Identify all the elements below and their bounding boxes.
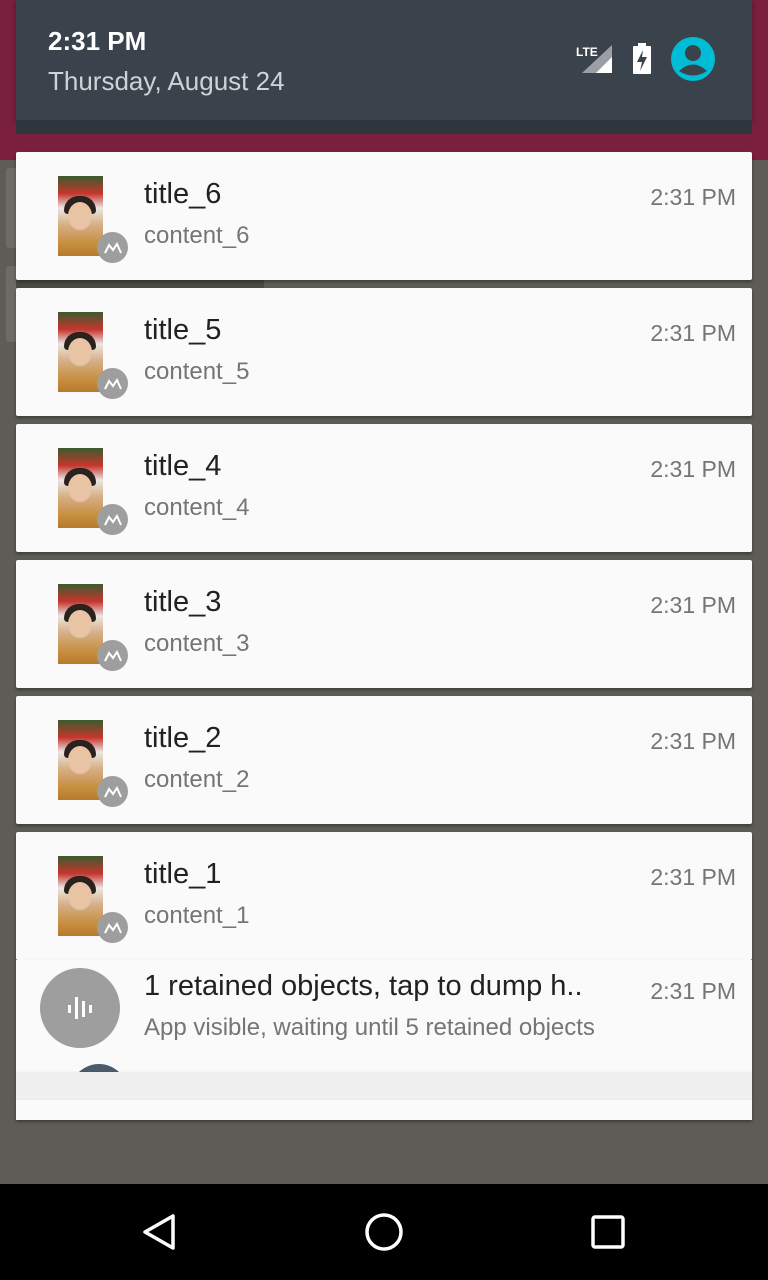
notification-card[interactable]: title_2 content_2 2:31 PM <box>16 696 752 824</box>
status-icons: LTE <box>576 36 716 82</box>
notification-title: title_3 <box>144 586 222 618</box>
notification-title: title_5 <box>144 314 222 346</box>
notification-time: 2:31 PM <box>650 320 736 346</box>
notification-card[interactable]: title_5 content_5 2:31 PM <box>16 288 752 416</box>
app-small-icon <box>97 776 128 807</box>
stacked-notification-icon <box>70 1064 128 1072</box>
leak-notification-title: 1 retained objects, tap to dump h.. <box>144 970 583 1002</box>
recents-icon[interactable] <box>584 1208 632 1256</box>
app-small-icon <box>97 504 128 535</box>
shade-header-edge <box>16 120 752 134</box>
notification-time: 2:31 PM <box>650 864 736 890</box>
quick-settings-header[interactable]: 2:31 PM Thursday, August 24 LTE <box>16 0 752 120</box>
app-small-icon <box>97 640 128 671</box>
status-clock: 2:31 PM <box>48 26 147 56</box>
notification-card[interactable]: title_6 content_6 2:31 PM <box>16 152 752 280</box>
notification-content: content_3 <box>144 630 250 657</box>
app-small-icon <box>97 912 128 943</box>
notification-content: content_2 <box>144 766 250 793</box>
stacked-notification[interactable] <box>16 1072 752 1100</box>
notification-card[interactable]: title_1 content_1 2:31 PM <box>16 832 752 960</box>
notification-content: content_1 <box>144 902 250 929</box>
leak-notification-time: 2:31 PM <box>650 978 736 1004</box>
signal-icon: LTE <box>576 43 614 75</box>
background-bar <box>16 280 264 288</box>
notification-card[interactable]: title_4 content_4 2:31 PM <box>16 424 752 552</box>
stacked-notification[interactable] <box>16 1100 752 1120</box>
leak-notification-content: App visible, waiting until 5 retained ob… <box>144 1014 595 1041</box>
notification-title: title_1 <box>144 858 222 890</box>
battery-charging-icon <box>632 43 652 75</box>
notification-title: title_4 <box>144 450 222 482</box>
notification-time: 2:31 PM <box>650 728 736 754</box>
notification-time: 2:31 PM <box>650 592 736 618</box>
notification-content: content_6 <box>144 222 250 249</box>
user-account-icon[interactable] <box>670 36 716 82</box>
app-small-icon <box>97 232 128 263</box>
back-icon[interactable] <box>136 1208 184 1256</box>
app-small-icon <box>97 368 128 399</box>
status-date: Thursday, August 24 <box>48 66 285 96</box>
navigation-bar <box>0 1184 768 1280</box>
leak-notification-card[interactable]: 1 retained objects, tap to dump h.. App … <box>16 960 752 1072</box>
notification-title: title_2 <box>144 722 222 754</box>
leak-canary-icon <box>40 968 120 1048</box>
notification-title: title_6 <box>144 178 222 210</box>
notification-content: content_4 <box>144 494 250 521</box>
notification-content: content_5 <box>144 358 250 385</box>
notification-time: 2:31 PM <box>650 184 736 210</box>
notification-time: 2:31 PM <box>650 456 736 482</box>
home-icon[interactable] <box>360 1208 408 1256</box>
network-type-label: LTE <box>576 45 598 59</box>
notification-card[interactable]: title_3 content_3 2:31 PM <box>16 560 752 688</box>
